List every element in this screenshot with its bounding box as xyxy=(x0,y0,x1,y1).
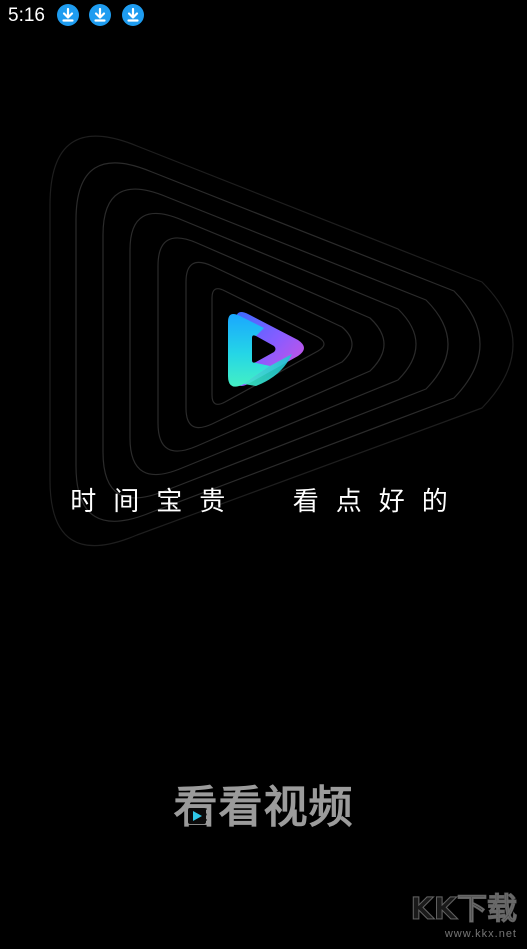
watermark-logo: KK下载 xyxy=(410,892,518,927)
mini-play-icon xyxy=(187,808,206,824)
app-name: 看看视频 xyxy=(174,778,354,838)
play-logo-icon xyxy=(228,312,304,387)
slogan-text: 时间宝贵 看点好的 xyxy=(70,487,465,517)
watermark-url: www.kkx.net xyxy=(444,928,517,940)
app-name-container: 看看视频 xyxy=(0,778,527,838)
splash-screen: 5:16 时间宝贵 看点好的 看看视频 KK下载 www.kkx.net xyxy=(0,0,527,949)
watermark: KK下载 www.kkx.net xyxy=(407,892,518,943)
